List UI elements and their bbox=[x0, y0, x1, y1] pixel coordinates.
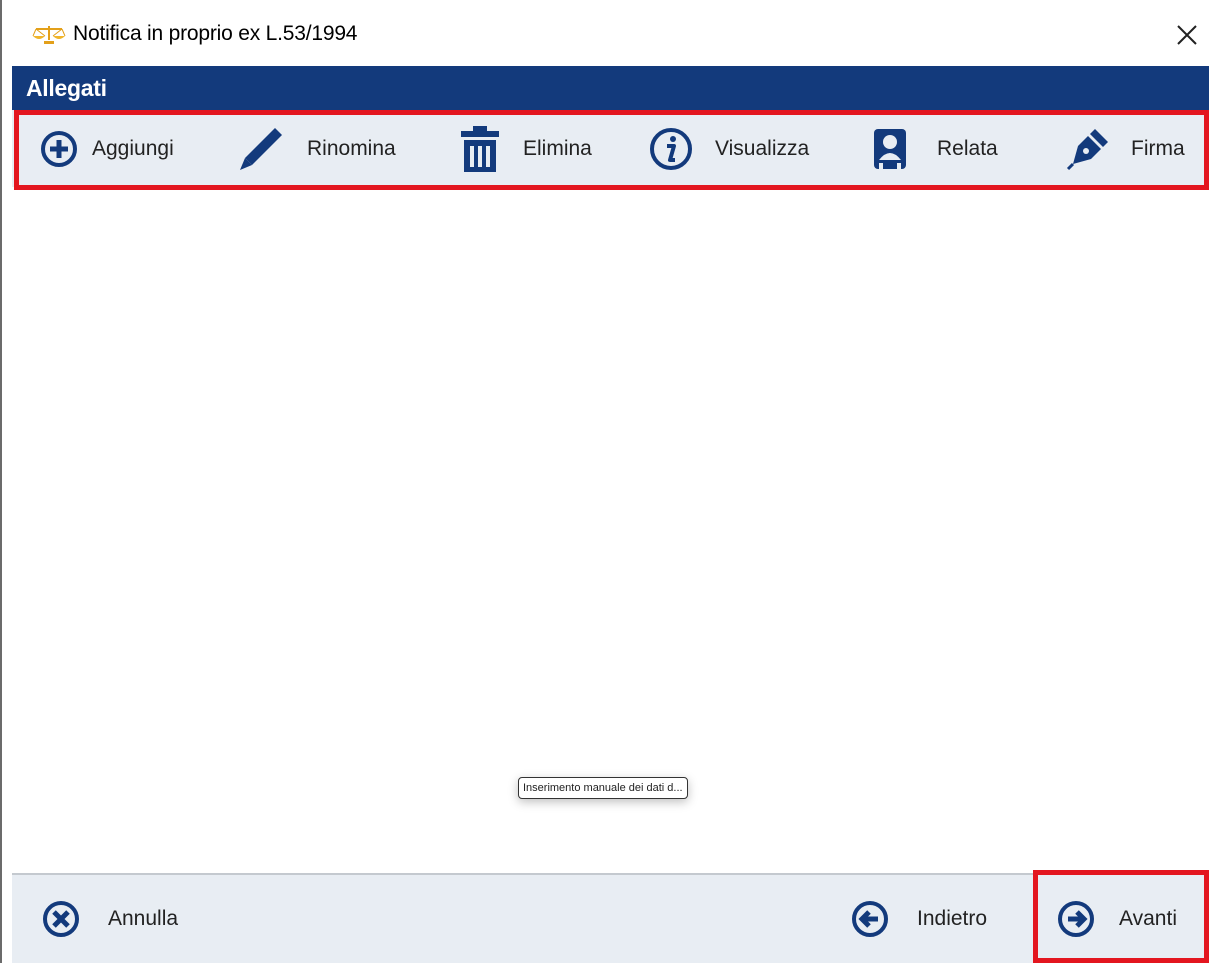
pen-nib-icon bbox=[1066, 128, 1108, 170]
section-title: Allegati bbox=[26, 75, 107, 101]
relata-label: Relata bbox=[937, 136, 998, 160]
person-badge-icon bbox=[874, 128, 906, 169]
rename-label: Rinomina bbox=[307, 136, 396, 160]
wizard-footer: Annulla Indietro Avanti bbox=[12, 873, 1209, 963]
title-bar: Notifica in proprio ex L.53/1994 bbox=[2, 0, 1209, 66]
cancel-circle-icon bbox=[43, 901, 79, 937]
view-label: Visualizza bbox=[715, 136, 810, 160]
close-icon[interactable] bbox=[1170, 18, 1204, 52]
cancel-label: Annulla bbox=[108, 907, 179, 930]
back-button[interactable]: Indietro bbox=[851, 875, 987, 963]
back-label: Indietro bbox=[917, 907, 988, 930]
next-label: Avanti bbox=[1119, 907, 1177, 930]
cancel-button[interactable]: Annulla bbox=[42, 875, 178, 963]
window-title: Notifica in proprio ex L.53/1994 bbox=[73, 22, 358, 45]
pencil-icon bbox=[240, 127, 282, 170]
delete-label: Elimina bbox=[523, 136, 592, 160]
view-button[interactable]: Visualizza bbox=[649, 110, 809, 187]
attachments-list-area[interactable] bbox=[12, 190, 1209, 873]
scales-app-icon bbox=[32, 26, 66, 44]
attachments-toolbar: Aggiungi Rinomina Elimina Visualizza Rel… bbox=[12, 110, 1209, 187]
next-button[interactable]: Avanti bbox=[1057, 875, 1177, 963]
trash-icon bbox=[461, 125, 499, 172]
delete-button[interactable]: Elimina bbox=[460, 110, 592, 187]
section-header: Allegati bbox=[12, 66, 1209, 110]
info-circle-icon bbox=[650, 127, 692, 170]
relata-button[interactable]: Relata bbox=[873, 110, 998, 187]
dialog-window: Notifica in proprio ex L.53/1994 Allegat… bbox=[0, 0, 1209, 963]
arrow-right-circle-icon bbox=[1058, 901, 1094, 937]
add-button[interactable]: Aggiungi bbox=[40, 110, 174, 187]
add-label: Aggiungi bbox=[92, 136, 174, 160]
sign-button[interactable]: Firma bbox=[1065, 110, 1185, 187]
arrow-left-circle-icon bbox=[852, 901, 888, 937]
sign-label: Firma bbox=[1131, 136, 1185, 160]
tooltip: Inserimento manuale dei dati d... bbox=[518, 777, 688, 799]
add-circle-icon bbox=[41, 130, 77, 167]
rename-button[interactable]: Rinomina bbox=[237, 110, 396, 187]
